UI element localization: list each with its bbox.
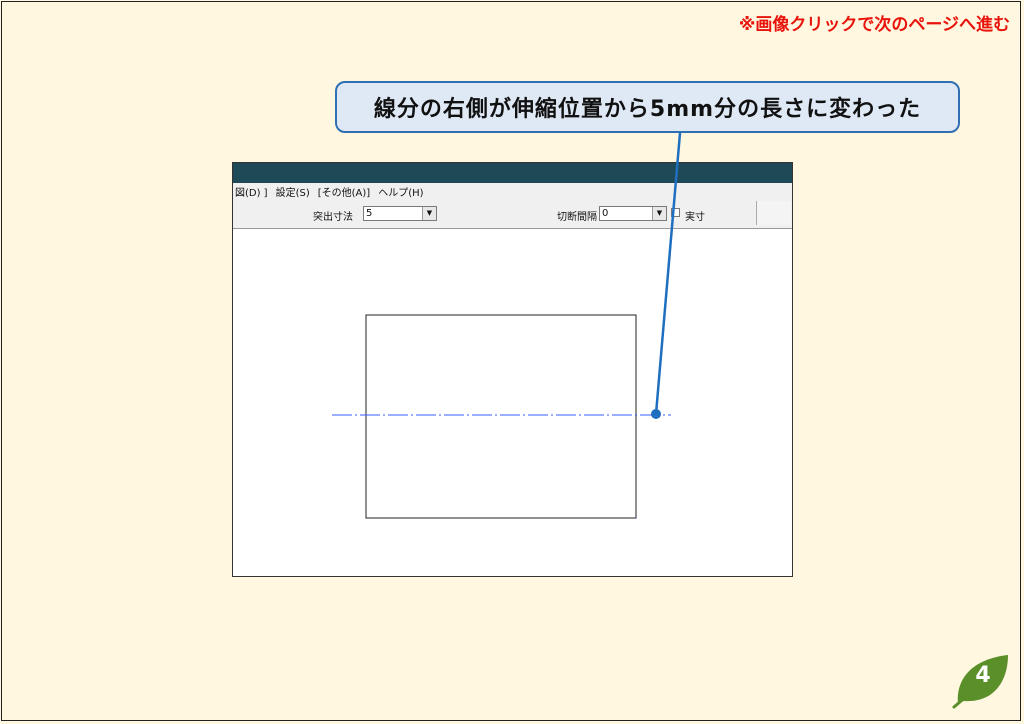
toolbar-panel xyxy=(756,201,791,225)
menu-item-help[interactable]: ヘルプ(H) xyxy=(376,184,429,199)
page-number: 4 xyxy=(975,663,991,688)
cut-interval-value: 0 xyxy=(602,208,609,219)
actual-size-label: 実寸 xyxy=(685,212,705,223)
cut-interval-combo[interactable]: 0 ▼ xyxy=(599,206,667,221)
drawing-canvas[interactable] xyxy=(233,229,792,576)
drawn-rectangle xyxy=(365,314,637,519)
toolbar: 突出寸法 5 ▼ 切断間隔 0 ▼ 実寸 xyxy=(233,200,792,229)
menu-item-figure[interactable]: 図(D) ] xyxy=(233,184,274,199)
protrude-value: 5 xyxy=(366,208,373,219)
menu-item-other[interactable]: [その他(A)] xyxy=(316,184,376,199)
callout-box: 線分の右側が伸縮位置から5mm分の長さに変わった xyxy=(335,81,960,133)
protrude-combo[interactable]: 5 ▼ xyxy=(363,206,437,221)
callout-text: 線分の右側が伸縮位置から5mm分の長さに変わった xyxy=(373,97,922,122)
protrude-label: 突出寸法 xyxy=(313,212,353,223)
title-bar xyxy=(233,163,792,183)
cad-app-window: 図(D) ] 設定(S) [その他(A)] ヘルプ(H) 突出寸法 5 ▼ 切断… xyxy=(232,162,793,577)
menu-item-settings[interactable]: 設定(S) xyxy=(274,184,316,199)
chevron-down-icon[interactable]: ▼ xyxy=(652,207,666,220)
chevron-down-icon[interactable]: ▼ xyxy=(422,207,436,220)
next-page-note[interactable]: ※画像クリックで次のページへ進む xyxy=(739,10,1010,35)
guide-tick xyxy=(635,517,638,520)
menu-bar: 図(D) ] 設定(S) [その他(A)] ヘルプ(H) xyxy=(233,183,792,200)
cut-interval-label: 切断間隔 xyxy=(557,212,597,223)
actual-size-checkbox[interactable] xyxy=(671,208,680,217)
